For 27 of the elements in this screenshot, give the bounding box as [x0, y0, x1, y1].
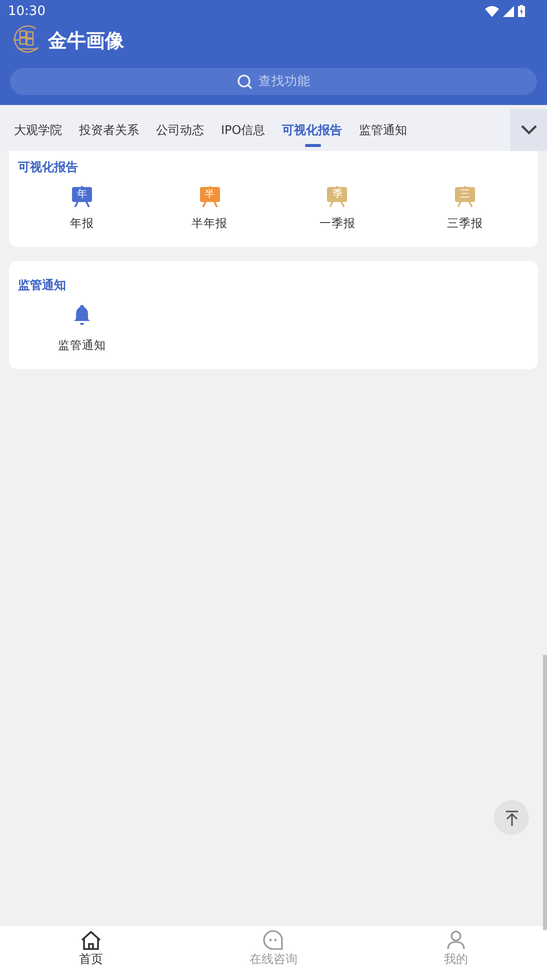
tab[interactable]: 大观学院: [0, 109, 71, 151]
tab[interactable]: 监管通知: [351, 109, 416, 151]
battery-icon: [518, 5, 525, 17]
search-icon: [236, 74, 252, 90]
tab[interactable]: 可视化报告: [274, 109, 352, 151]
status-time: 10:30: [8, 4, 46, 18]
tab[interactable]: IPO信息: [213, 109, 274, 151]
report-item[interactable]: 年 年报: [70, 182, 94, 235]
section-title: 监管通知: [18, 277, 67, 294]
home-icon: [80, 930, 102, 950]
tab[interactable]: 公司动态: [148, 109, 213, 151]
tab[interactable]: 投资者关系: [71, 109, 148, 151]
report-item[interactable]: 半 半年报: [192, 182, 228, 235]
back-to-top-button[interactable]: [494, 800, 529, 835]
wifi-icon: [485, 6, 499, 16]
person-icon: [446, 930, 466, 950]
arrow-up-icon: [504, 810, 520, 826]
report-item[interactable]: 季 一季报: [319, 182, 356, 235]
section-title: 可视化报告: [18, 159, 79, 176]
chevron-down-icon: [520, 125, 536, 135]
report-item[interactable]: 三 三季报: [447, 182, 484, 235]
nav-tab[interactable]: 首页: [0, 926, 182, 972]
signal-icon: [503, 6, 514, 16]
report-item[interactable]: 监管通知: [58, 300, 106, 357]
chat-bubble-icon: [263, 930, 284, 950]
app-title: 金牛画像: [48, 29, 124, 54]
expand-button[interactable]: [510, 109, 547, 151]
